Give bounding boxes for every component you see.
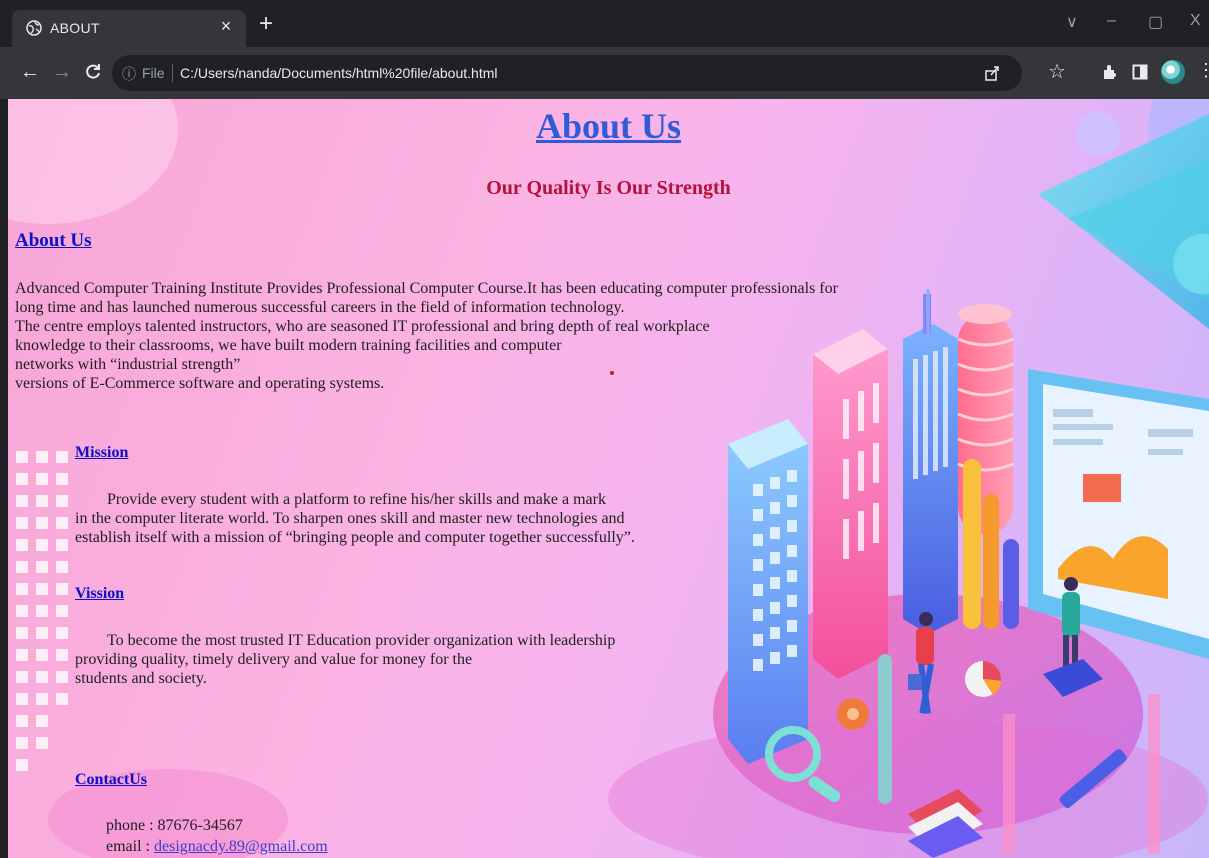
browser-toolbar: ← → ⓘ File C:/Users/nanda/Documents/html… bbox=[0, 47, 1209, 99]
page-title: About Us bbox=[8, 105, 1209, 147]
mission-heading-link[interactable]: Mission bbox=[75, 444, 128, 461]
vision-paragraph: To become the most trusted IT Education … bbox=[75, 631, 615, 688]
window-close-icon[interactable]: X bbox=[1190, 12, 1201, 30]
contact-heading: ContactUs bbox=[75, 771, 147, 789]
mission-line: establish itself with a mission of “brin… bbox=[75, 529, 635, 546]
contact-heading-link[interactable]: ContactUs bbox=[75, 771, 147, 788]
url-separator bbox=[172, 64, 173, 82]
contact-phone: phone : 87676-34567 bbox=[106, 817, 243, 834]
about-line: networks with “industrial strength” bbox=[15, 356, 241, 373]
about-heading-link[interactable]: About Us bbox=[15, 230, 92, 251]
site-info-icon[interactable]: ⓘ bbox=[122, 64, 136, 84]
globe-icon bbox=[26, 20, 42, 36]
restore-icon[interactable]: ▢ bbox=[1148, 12, 1163, 32]
email-link[interactable]: designacdy.89@gmail.com bbox=[154, 838, 328, 855]
tab-about[interactable]: ABOUT × bbox=[12, 10, 246, 47]
forward-icon[interactable]: → bbox=[52, 61, 72, 84]
vision-heading-link[interactable]: Vission bbox=[75, 585, 124, 602]
vision-line: students and society. bbox=[75, 670, 207, 687]
vision-line: To become the most trusted IT Education … bbox=[107, 632, 616, 649]
menu-dots-icon[interactable]: ⋮ bbox=[1197, 60, 1209, 81]
back-icon[interactable]: ← bbox=[20, 61, 40, 84]
new-tab-button[interactable]: + bbox=[254, 12, 278, 36]
mission-line: in the computer literate world. To sharp… bbox=[75, 510, 625, 527]
url-scheme: File bbox=[142, 65, 165, 81]
url-text[interactable]: C:/Users/nanda/Documents/html%20file/abo… bbox=[180, 65, 497, 81]
mission-line: Provide every student with a platform to… bbox=[107, 491, 606, 508]
close-tab-icon[interactable]: × bbox=[216, 16, 236, 37]
extensions-icon[interactable] bbox=[1102, 64, 1118, 80]
contact-email: email : designacdy.89@gmail.com bbox=[106, 838, 328, 856]
about-line: long time and has launched numerous succ… bbox=[15, 299, 625, 316]
address-bar[interactable]: ⓘ File C:/Users/nanda/Documents/html%20f… bbox=[112, 55, 1022, 91]
share-icon[interactable] bbox=[984, 65, 1000, 81]
vision-heading: Vission bbox=[75, 585, 124, 603]
bookmark-star-icon[interactable]: ☆ bbox=[1048, 59, 1066, 84]
tab-search-icon[interactable]: ∨ bbox=[1066, 12, 1078, 32]
email-label: email : bbox=[106, 838, 154, 855]
page-viewport: About Us Our Quality Is Our Strength Abo… bbox=[8, 99, 1209, 858]
page-title-link[interactable]: About Us bbox=[536, 106, 681, 146]
tab-strip: ABOUT × + ∨ – ▢ X bbox=[0, 0, 1209, 47]
vision-line: providing quality, timely delivery and v… bbox=[75, 651, 473, 668]
about-line: knowledge to their classrooms, we have b… bbox=[15, 337, 562, 354]
mission-paragraph: Provide every student with a platform to… bbox=[75, 490, 635, 547]
tab-title: ABOUT bbox=[50, 20, 100, 36]
about-line: Advanced Computer Training Institute Pro… bbox=[15, 280, 838, 297]
side-panel-icon[interactable] bbox=[1132, 64, 1148, 80]
mission-heading: Mission bbox=[75, 444, 128, 462]
minimize-icon[interactable]: – bbox=[1107, 12, 1116, 30]
profile-avatar[interactable] bbox=[1161, 60, 1185, 84]
about-heading: About Us bbox=[15, 230, 92, 252]
about-line: versions of E-Commerce software and oper… bbox=[15, 375, 385, 392]
cursor-dot bbox=[610, 371, 614, 375]
page-subtitle: Our Quality Is Our Strength bbox=[486, 177, 731, 199]
page-content: About Us Our Quality Is Our Strength Abo… bbox=[8, 99, 1209, 858]
about-paragraph: Advanced Computer Training Institute Pro… bbox=[15, 279, 838, 393]
about-line: The centre employs talented instructors,… bbox=[15, 318, 710, 335]
reload-icon[interactable] bbox=[84, 63, 102, 81]
